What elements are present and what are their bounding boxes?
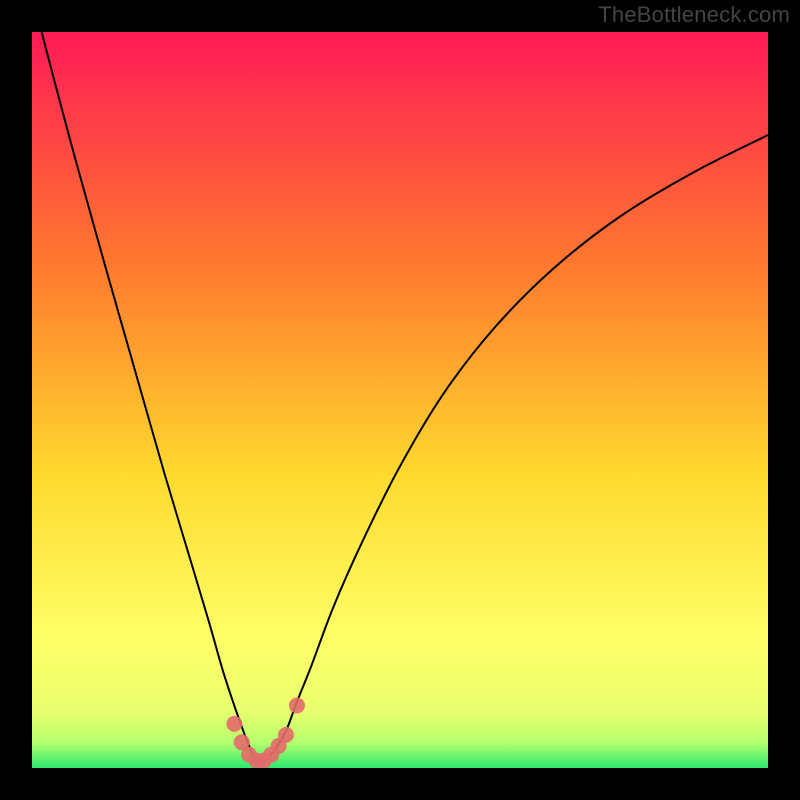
plot-area [32,32,768,768]
chart-svg [32,32,768,768]
highlight-dot [289,697,305,713]
chart-frame: TheBottleneck.com [0,0,800,800]
highlight-dot [278,727,294,743]
watermark-label: TheBottleneck.com [598,2,790,28]
highlight-dot [226,716,242,732]
